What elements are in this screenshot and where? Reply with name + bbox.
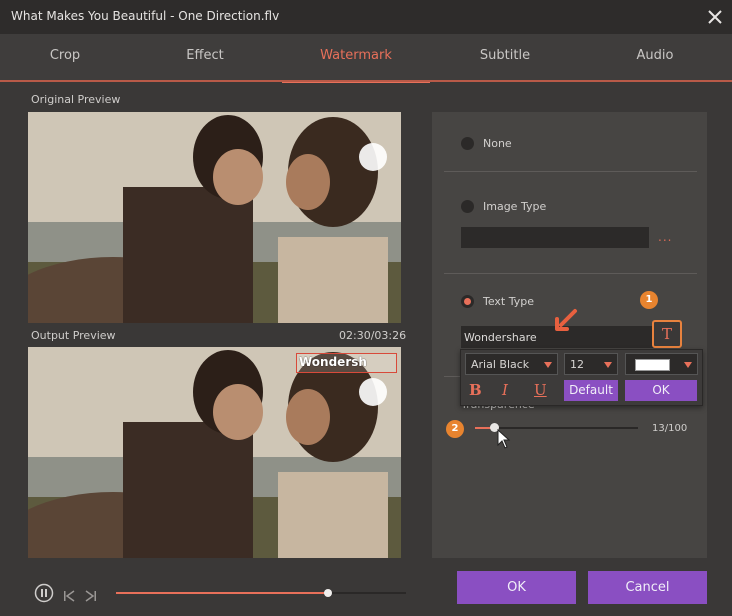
radio-none[interactable] bbox=[461, 137, 474, 150]
next-frame-button[interactable] bbox=[84, 587, 98, 606]
font-ok-button[interactable]: OK bbox=[625, 380, 697, 401]
seek-progress bbox=[116, 592, 328, 594]
italic-button[interactable]: I bbox=[502, 381, 508, 399]
timecode: 02:30/03:26 bbox=[339, 329, 407, 342]
font-size-value: 12 bbox=[570, 358, 584, 371]
font-color-dropdown[interactable] bbox=[625, 353, 698, 375]
pointer-arrow-icon bbox=[553, 307, 579, 337]
output-preview: Wondersh bbox=[28, 347, 401, 558]
chevron-down-icon bbox=[604, 362, 612, 368]
tab-divider bbox=[0, 80, 732, 82]
original-preview bbox=[28, 112, 401, 323]
radio-text-type-label: Text Type bbox=[483, 295, 535, 308]
output-preview-label: Output Preview bbox=[31, 329, 116, 342]
tab-subtitle[interactable]: Subtitle bbox=[432, 34, 578, 80]
radio-none-label: None bbox=[483, 137, 512, 150]
text-format-icon: T bbox=[661, 325, 672, 343]
font-size-dropdown[interactable]: 12 bbox=[564, 353, 618, 375]
font-family-dropdown[interactable]: Arial Black bbox=[465, 353, 558, 375]
callout-badge-2: 2 bbox=[446, 420, 464, 438]
font-color-swatch bbox=[635, 359, 670, 371]
cancel-button[interactable]: Cancel bbox=[588, 571, 707, 604]
tab-crop[interactable]: Crop bbox=[0, 34, 138, 80]
radio-image-type-label: Image Type bbox=[483, 200, 547, 213]
watermark-overlay-box[interactable]: Wondersh bbox=[296, 353, 397, 373]
divider bbox=[444, 171, 697, 172]
divider bbox=[444, 273, 697, 274]
font-family-value: Arial Black bbox=[471, 358, 530, 371]
ok-button[interactable]: OK bbox=[457, 571, 576, 604]
underline-button[interactable]: U bbox=[534, 381, 547, 399]
seek-thumb[interactable] bbox=[324, 589, 332, 597]
tab-effect[interactable]: Effect bbox=[132, 34, 278, 80]
tab-audio[interactable]: Audio bbox=[582, 34, 728, 80]
default-button[interactable]: Default bbox=[564, 380, 618, 401]
original-preview-label: Original Preview bbox=[31, 93, 121, 106]
chevron-down-icon bbox=[684, 362, 692, 368]
image-path-field[interactable] bbox=[461, 227, 649, 248]
divider bbox=[444, 376, 460, 377]
browse-image-button[interactable]: ... bbox=[658, 230, 672, 244]
transparency-value: 13/100 bbox=[652, 423, 688, 434]
close-icon[interactable] bbox=[706, 8, 724, 26]
pause-icon bbox=[34, 583, 54, 603]
mouse-cursor-icon bbox=[497, 428, 511, 453]
bold-button[interactable]: B bbox=[469, 381, 482, 399]
radio-text-type[interactable] bbox=[461, 295, 474, 308]
radio-image-type[interactable] bbox=[461, 200, 474, 213]
previous-frame-icon bbox=[64, 590, 75, 602]
previous-frame-button[interactable] bbox=[62, 587, 76, 606]
tab-bar: Crop Effect Watermark Subtitle Audio bbox=[0, 34, 732, 83]
font-settings-popup: Arial Black 12 B I U Default OK bbox=[460, 349, 703, 406]
window-title: What Makes You Beautiful - One Direction… bbox=[11, 9, 280, 23]
pause-button[interactable] bbox=[34, 583, 54, 607]
next-frame-icon bbox=[85, 590, 96, 602]
watermark-overlay-text: Wondersh bbox=[299, 355, 367, 369]
tab-watermark[interactable]: Watermark bbox=[282, 34, 430, 83]
chevron-down-icon bbox=[544, 362, 552, 368]
callout-badge-1: 1 bbox=[640, 291, 658, 309]
font-settings-button[interactable]: T bbox=[652, 320, 682, 348]
